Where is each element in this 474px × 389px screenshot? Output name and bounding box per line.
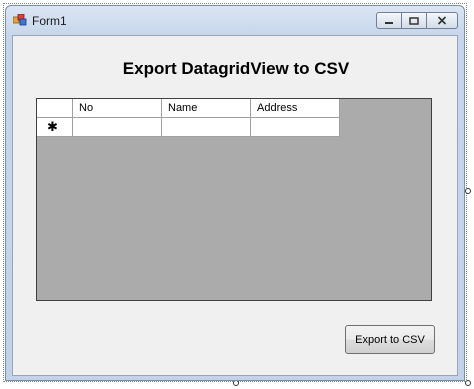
resize-handle-right[interactable] [465, 188, 471, 194]
export-to-csv-button[interactable]: Export to CSV [345, 325, 435, 354]
caption-buttons [376, 12, 458, 30]
column-header-name[interactable]: Name [162, 99, 251, 118]
maximize-icon [409, 16, 419, 25]
grid-corner-cell[interactable] [37, 99, 73, 118]
column-header-no[interactable]: No [73, 99, 162, 118]
form-window: Form1 Export DatagridView to CSV No Name… [5, 5, 465, 381]
maximize-button[interactable] [401, 12, 427, 29]
minimize-icon [385, 21, 393, 24]
cell-no[interactable] [73, 118, 162, 137]
grid-header-row: No Name Address [37, 99, 340, 118]
datagridview[interactable]: No Name Address ✱ [36, 98, 432, 301]
cell-address[interactable] [251, 118, 340, 137]
form-client-area: Export DatagridView to CSV No Name Addre… [12, 35, 458, 376]
row-header-new[interactable]: ✱ [37, 118, 73, 137]
resize-handle-corner[interactable] [465, 380, 471, 386]
close-icon [437, 16, 447, 25]
app-icon [13, 14, 27, 26]
new-row-icon: ✱ [47, 119, 58, 134]
window-title: Form1 [32, 14, 67, 28]
cell-name[interactable] [162, 118, 251, 137]
title-bar[interactable]: Form1 [6, 6, 464, 34]
column-header-address[interactable]: Address [251, 99, 340, 118]
page-title: Export DatagridView to CSV [122, 59, 350, 78]
minimize-button[interactable] [376, 12, 402, 29]
grid-new-row: ✱ [37, 118, 340, 137]
close-button[interactable] [426, 12, 458, 29]
